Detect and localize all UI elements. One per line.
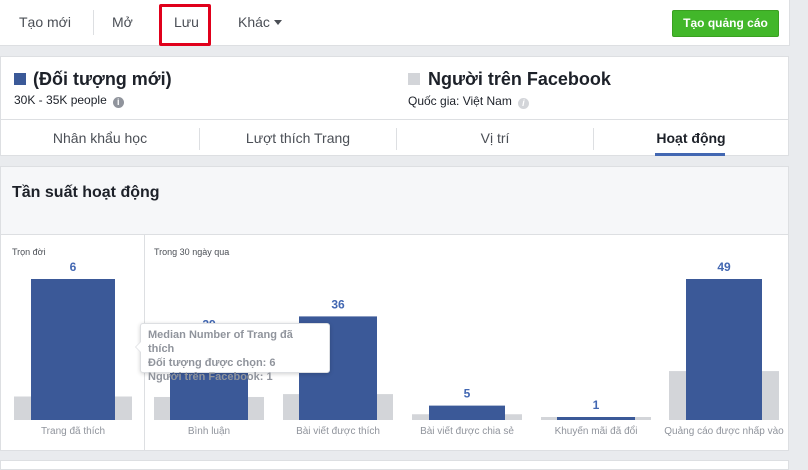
facebook-audience-country: Quốc gia: Việt Nam i: [408, 94, 529, 109]
tooltip-title: Median Number of Trang đã thích: [148, 329, 293, 355]
facebook-audience-swatch: [408, 73, 420, 85]
bar-value-label: 36: [331, 297, 345, 311]
activity-bar-chart: 6Trang đã thích29Bình luận36Bài viết đượ…: [14, 260, 784, 437]
tab-demographics[interactable]: Nhân khẩu học: [1, 120, 199, 157]
category-label: Quảng cáo được nhấp vào: [664, 425, 784, 437]
activity-frequency-panel: Tần suất hoạt động Trọn đời Trong 30 ngà…: [0, 166, 789, 451]
more-dropdown[interactable]: Khác: [238, 0, 282, 45]
section-title: Tần suất hoạt động: [12, 184, 160, 201]
category-label: Bài viết được chia sẻ: [420, 425, 514, 437]
tab-location[interactable]: Vị trí: [397, 120, 593, 157]
tab-activity[interactable]: Hoạt động: [594, 120, 788, 157]
selected-audience-title: (Đối tượng mới): [33, 69, 172, 89]
new-button[interactable]: Tạo mới: [19, 0, 71, 45]
tooltip-selected: Đối tượng được chọn: 6: [148, 357, 276, 369]
audience-comparison-panel: (Đối tượng mới) 30K - 35K people i Người …: [0, 56, 789, 156]
chart-tooltip: Median Number of Trang đã thích Đối tượn…: [135, 323, 330, 383]
bar-value-label: 1: [593, 398, 600, 412]
category-label: Khuyến mãi đã đổi: [555, 425, 638, 437]
bar-value-label: 49: [717, 260, 731, 274]
active-tab-indicator: [655, 153, 725, 156]
tab-bar: Nhân khẩu học Lượt thích Trang Vị trí Ho…: [1, 119, 788, 157]
bar-selected: [31, 279, 115, 420]
country-text: Quốc gia: Việt Nam: [408, 94, 512, 108]
selected-audience-size: 30K - 35K people i: [14, 93, 124, 108]
category-label: Bài viết được thích: [296, 425, 380, 437]
audience-size-text: 30K - 35K people: [14, 93, 107, 107]
selected-audience-swatch: [14, 73, 26, 85]
bar-value-label: 6: [70, 260, 77, 274]
open-button[interactable]: Mở: [112, 0, 133, 45]
more-label: Khác: [238, 14, 270, 30]
next-panel-edge: [0, 460, 789, 470]
tooltip-facebook: Người trên Facebook: 1: [148, 371, 273, 383]
top-toolbar: Tạo mới Mở Lưu Khác Tạo quảng cáo: [0, 0, 790, 46]
category-label: Bình luận: [188, 426, 230, 437]
bar-selected: [557, 417, 635, 420]
bar-value-label: 5: [464, 387, 471, 401]
caret-down-icon: [273, 20, 282, 25]
facebook-audience-title: Người trên Facebook: [428, 69, 611, 89]
create-ad-button[interactable]: Tạo quảng cáo: [672, 10, 779, 37]
category-label: Trang đã thích: [41, 426, 105, 437]
save-highlight-box: [159, 4, 211, 46]
tab-page-likes[interactable]: Lượt thích Trang: [200, 120, 396, 157]
info-icon[interactable]: i: [112, 97, 124, 108]
toolbar-divider: [93, 10, 94, 35]
info-icon[interactable]: i: [517, 98, 529, 109]
bar-selected: [686, 279, 762, 420]
bar-selected: [429, 405, 505, 420]
chart-header: Tần suất hoạt động: [1, 167, 788, 235]
